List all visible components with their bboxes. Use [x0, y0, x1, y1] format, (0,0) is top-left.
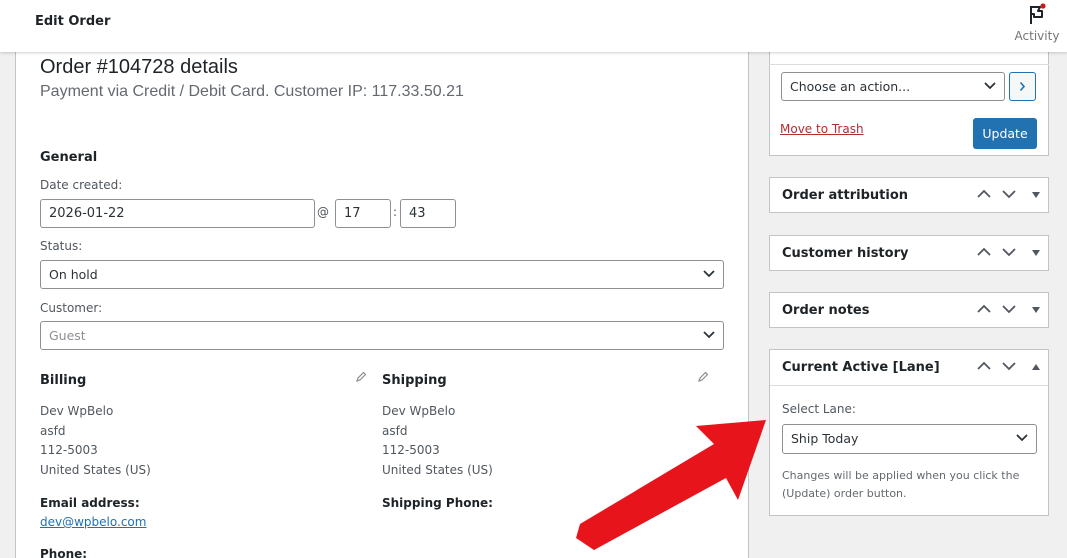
at-separator: @	[317, 205, 329, 219]
toggle-down-icon[interactable]	[1031, 306, 1041, 314]
time-separator: :	[393, 205, 398, 219]
billing-address: Dev WpBelo asfd 112-5003 United States (…	[40, 402, 151, 480]
billing-line: 112-5003	[40, 443, 98, 457]
toggle-down-icon[interactable]	[1031, 191, 1041, 199]
annotation-arrow-icon	[576, 420, 766, 550]
activity-button[interactable]: Activity	[1010, 2, 1064, 46]
apply-action-button[interactable]	[1009, 72, 1036, 101]
toggle-up-icon[interactable]	[1031, 363, 1041, 371]
customer-placeholder: Guest	[49, 328, 86, 343]
email-label: Email address:	[40, 496, 140, 510]
shipping-line: United States (US)	[382, 462, 493, 477]
top-bar: Edit Order Activity	[0, 0, 1067, 52]
lane-value: Ship Today	[791, 431, 859, 446]
edit-billing-pencil-icon[interactable]	[355, 371, 367, 383]
status-value: On hold	[49, 267, 98, 282]
billing-line: United States (US)	[40, 462, 151, 477]
customer-label: Customer:	[40, 301, 103, 315]
panel-title: Order notes	[782, 303, 870, 318]
move-up-icon[interactable]	[977, 361, 991, 371]
status-select[interactable]: On hold	[40, 260, 724, 289]
order-subtitle: Payment via Credit / Debit Card. Custome…	[40, 83, 464, 100]
billing-line: asfd	[40, 423, 66, 438]
divider	[770, 385, 1048, 386]
customer-select[interactable]: Guest	[40, 321, 724, 350]
chevron-down-icon	[703, 331, 715, 339]
lane-help-text: Changes will be applied when you click t…	[782, 469, 1020, 500]
billing-heading: Billing	[40, 373, 87, 388]
order-attribution-panel[interactable]: Order attribution	[769, 177, 1049, 213]
panel-header[interactable]: Current Active [Lane]	[770, 350, 1048, 385]
chevron-down-icon	[703, 270, 715, 278]
billing-line: Dev WpBelo	[40, 404, 114, 418]
hour-input[interactable]: 17	[335, 199, 391, 228]
lane-select[interactable]: Ship Today	[782, 424, 1037, 454]
shipping-line: Dev WpBelo	[382, 404, 456, 418]
shipping-address: Dev WpBelo asfd 112-5003 United States (…	[382, 402, 493, 480]
chevron-down-icon	[984, 82, 996, 90]
move-to-trash-link[interactable]: Move to Trash	[780, 122, 864, 136]
panel-title: Order attribution	[782, 188, 909, 203]
select-lane-label: Select Lane:	[782, 402, 856, 416]
move-down-icon[interactable]	[1002, 361, 1016, 371]
move-down-icon[interactable]	[1002, 189, 1016, 199]
move-up-icon[interactable]	[977, 189, 991, 199]
move-down-icon[interactable]	[1002, 247, 1016, 257]
shipping-line: 112-5003	[382, 443, 440, 457]
move-up-icon[interactable]	[977, 304, 991, 314]
divider	[769, 64, 1049, 65]
minute-input[interactable]: 43	[400, 199, 456, 228]
status-label: Status:	[40, 239, 83, 253]
notification-dot	[1040, 3, 1046, 9]
panel-title: Customer history	[782, 246, 909, 261]
phone-label: Phone:	[40, 547, 88, 558]
date-created-label: Date created:	[40, 178, 123, 192]
toggle-down-icon[interactable]	[1031, 249, 1041, 257]
move-down-icon[interactable]	[1002, 304, 1016, 314]
order-title: Order #104728 details	[40, 56, 238, 78]
move-up-icon[interactable]	[977, 247, 991, 257]
activity-label: Activity	[1014, 29, 1060, 43]
customer-history-panel[interactable]: Customer history	[769, 235, 1049, 271]
shipping-line: asfd	[382, 423, 408, 438]
page-title: Edit Order	[35, 14, 111, 29]
panel-title: Current Active [Lane]	[782, 360, 940, 375]
shipping-phone-label: Shipping Phone:	[382, 496, 493, 510]
general-heading: General	[40, 150, 98, 165]
flag-icon	[1030, 3, 1046, 24]
order-notes-panel[interactable]: Order notes	[769, 292, 1049, 328]
email-link[interactable]: dev@wpbelo.com	[40, 515, 146, 529]
chevron-right-icon	[1019, 81, 1026, 92]
chevron-down-icon	[1016, 434, 1028, 442]
order-action-value: Choose an action...	[790, 79, 911, 94]
date-created-input[interactable]: 2026-01-22	[40, 199, 315, 228]
order-action-select[interactable]: Choose an action...	[781, 72, 1005, 101]
edit-shipping-pencil-icon[interactable]	[697, 371, 709, 383]
shipping-heading: Shipping	[382, 373, 447, 388]
update-button[interactable]: Update	[973, 118, 1037, 149]
